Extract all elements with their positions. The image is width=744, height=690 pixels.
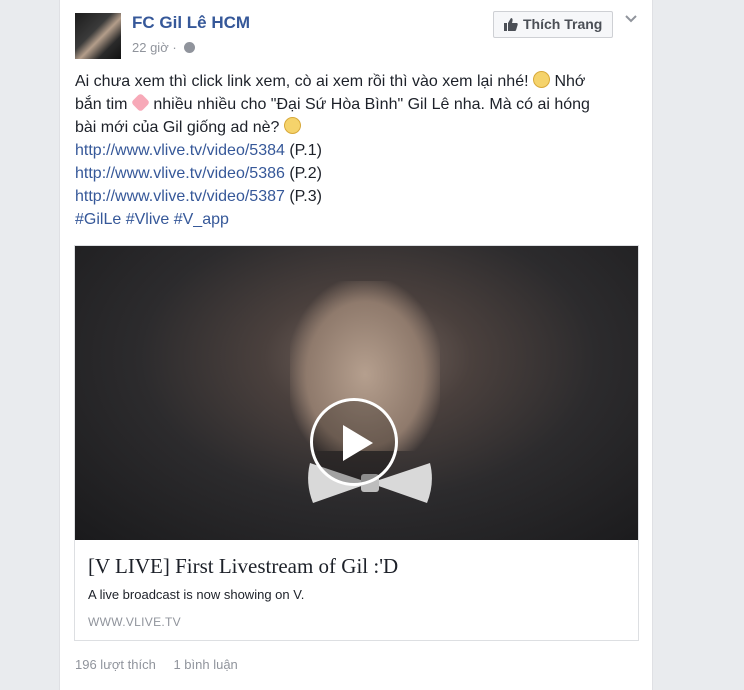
video-link-1-suffix: (P.1): [284, 142, 322, 159]
page-name-link[interactable]: FC Gil Lê HCM: [132, 13, 250, 33]
pink-heart-icon: [130, 92, 151, 113]
tongue-out-face-icon: [283, 117, 301, 134]
video-link-2-suffix: (P.2): [284, 165, 322, 182]
page-avatar[interactable]: [75, 13, 121, 59]
hashtag-gille[interactable]: #GilLe: [75, 211, 121, 228]
post-body: Ai chưa xem thì click link xem, cò ai xe…: [75, 70, 635, 231]
comment-count[interactable]: 1 bình luận: [173, 657, 237, 672]
video-link-1[interactable]: http://www.vlive.tv/video/5384: [75, 142, 285, 159]
link-preview[interactable]: [V LIVE] First Livestream of Gil :'D A l…: [74, 245, 639, 641]
preview-domain: WWW.VLIVE.TV: [88, 615, 181, 629]
post-text-line1: Ai chưa xem thì click link xem, cò ai xe…: [75, 73, 529, 90]
thumbs-up-icon: [504, 18, 518, 31]
meta-separator: ·: [172, 40, 177, 55]
play-button[interactable]: [310, 398, 398, 486]
video-link-2[interactable]: http://www.vlive.tv/video/5386: [75, 165, 285, 182]
hashtag-v-app[interactable]: #V_app: [174, 211, 229, 228]
video-thumbnail[interactable]: [75, 246, 638, 540]
globe-icon: [184, 42, 196, 53]
hashtag-vlive[interactable]: #Vlive: [126, 211, 170, 228]
post-text-line3: bài mới của Gil giống ad nè?: [75, 119, 280, 136]
play-icon: [343, 425, 373, 461]
post-text-line2a: bắn tim: [75, 96, 128, 113]
winking-face-icon: [533, 71, 550, 88]
like-page-button[interactable]: Thích Trang: [493, 11, 613, 38]
post-card: FC Gil Lê HCM 22 giờ · Thích Trang Ai ch…: [59, 0, 653, 690]
post-text-line2b: nhiều nhiều cho "Đại Sứ Hòa Bình" Gil Lê…: [153, 96, 590, 113]
chevron-down-icon[interactable]: [625, 12, 637, 24]
video-link-3[interactable]: http://www.vlive.tv/video/5387: [75, 188, 285, 205]
preview-description: A live broadcast is now showing on V.: [88, 587, 305, 602]
like-page-label: Thích Trang: [523, 16, 603, 32]
post-text-line1b: Nhớ: [554, 73, 586, 90]
preview-title[interactable]: [V LIVE] First Livestream of Gil :'D: [88, 554, 398, 579]
like-count[interactable]: 196 lượt thích: [75, 657, 156, 672]
post-stats: 196 lượt thích 1 bình luận: [75, 657, 238, 672]
video-link-3-suffix: (P.3): [284, 188, 322, 205]
post-meta: 22 giờ ·: [132, 40, 196, 55]
post-timestamp[interactable]: 22 giờ: [132, 40, 169, 55]
